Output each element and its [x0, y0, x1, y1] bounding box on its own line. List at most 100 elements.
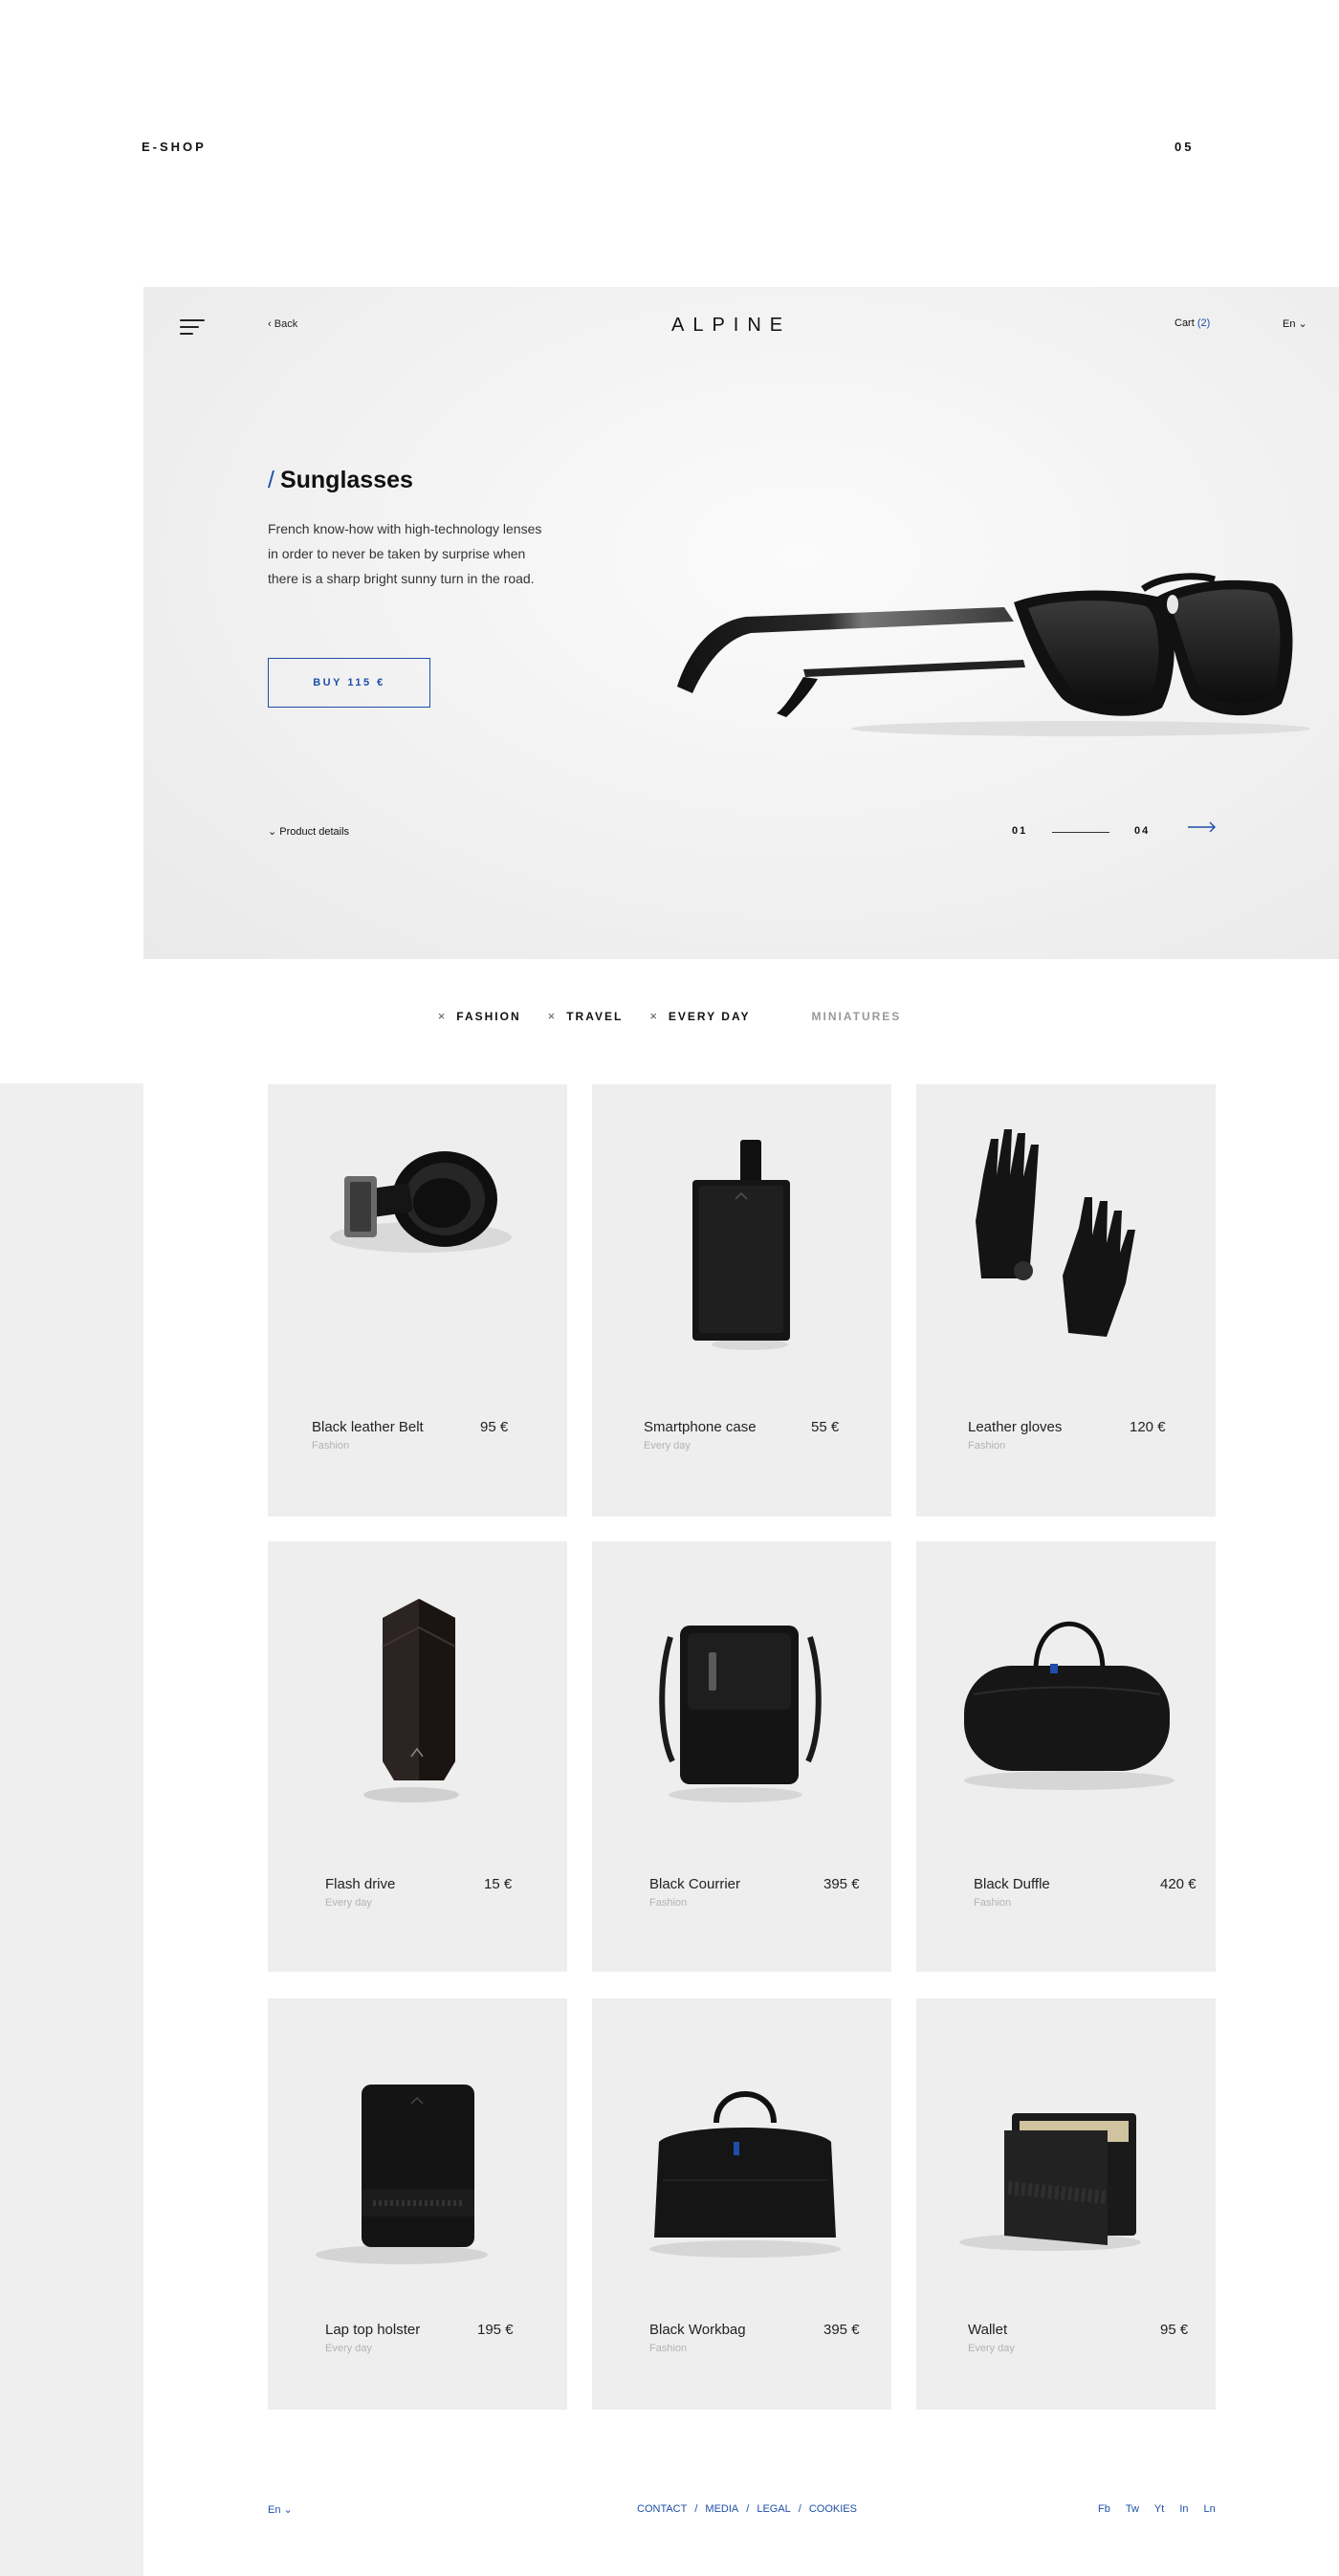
close-icon[interactable]: × — [438, 1009, 448, 1023]
messenger-bag-icon — [659, 1626, 822, 1802]
product-category: Fashion — [974, 1897, 1012, 1909]
product-card[interactable]: Flash drive 15 € Every day — [268, 1541, 567, 1972]
product-category: Fashion — [968, 1440, 1006, 1452]
belt-icon — [330, 1151, 512, 1253]
hero-banner: ‹ Back ALPINE Cart (2) En ⌄ / Sunglasses … — [143, 287, 1339, 959]
product-name: Lap top holster — [325, 2322, 421, 2338]
filter-chip[interactable]: × TRAVEL — [548, 1009, 624, 1023]
filter-label: FASHION — [456, 1009, 521, 1023]
product-name: Black Courrier — [649, 1876, 741, 1892]
product-card[interactable]: Wallet 95 € Every day — [916, 1998, 1216, 2410]
social-link-tw[interactable]: Tw — [1126, 2503, 1139, 2515]
product-price: 120 € — [1130, 1419, 1166, 1435]
sunglasses-image — [677, 573, 1310, 736]
section-label: E-SHOP — [142, 140, 207, 154]
cart-link[interactable]: Cart (2) — [1174, 317, 1210, 329]
product-card[interactable]: Lap top holster 195 € Every day — [268, 1998, 567, 2410]
product-card[interactable]: Black Courrier 395 € Fashion — [592, 1541, 891, 1972]
cart-count: (2) — [1196, 317, 1211, 329]
phone-case-icon — [692, 1140, 790, 1350]
details-label: Product details — [279, 826, 350, 838]
filter-label: MINIATURES — [811, 1009, 902, 1023]
product-card[interactable]: Smartphone case 55 € Every day — [592, 1084, 891, 1517]
product-price: 95 € — [1160, 2322, 1189, 2338]
filter-label: TRAVEL — [566, 1009, 624, 1023]
product-category: Every day — [325, 1897, 372, 1909]
brand-logo[interactable]: ALPINE — [671, 315, 791, 337]
chevron-left-icon: ‹ — [268, 318, 274, 330]
menu-icon[interactable] — [180, 319, 205, 337]
chevron-down-icon: ⌄ — [1295, 318, 1307, 330]
product-card[interactable]: Black leather Belt 95 € Fashion — [268, 1084, 567, 1517]
cart-label: Cart — [1174, 317, 1195, 329]
pager-progress — [1052, 832, 1109, 833]
close-icon[interactable]: × — [649, 1009, 659, 1023]
social-link-ln[interactable]: Ln — [1204, 2503, 1216, 2515]
chevron-down-icon: ⌄ — [280, 2504, 293, 2516]
pager-current: 01 — [1012, 825, 1028, 837]
wallet-icon — [959, 2113, 1141, 2251]
buy-button[interactable]: BUY 115 € — [268, 658, 430, 708]
product-price: 15 € — [484, 1876, 513, 1892]
product-price: 395 € — [823, 2322, 860, 2338]
product-price: 420 € — [1160, 1876, 1196, 1892]
title-text: Sunglasses — [279, 467, 413, 493]
duffle-bag-icon — [964, 1621, 1174, 1790]
product-name: Black leather Belt — [312, 1419, 424, 1435]
product-category: Every day — [644, 1440, 691, 1452]
product-category: Every day — [968, 2343, 1015, 2354]
pager-total: 04 — [1134, 825, 1151, 837]
close-icon[interactable]: × — [548, 1009, 558, 1023]
category-filters: × FASHION × TRAVEL × EVERY DAY MINIATURES — [0, 1009, 1339, 1023]
product-description: French know-how with high-technology len… — [268, 521, 542, 586]
footer-link-cookies[interactable]: COOKIES — [809, 2503, 857, 2515]
product-price: 55 € — [811, 1419, 840, 1435]
back-link[interactable]: ‹ Back — [268, 318, 297, 330]
side-panel — [0, 1083, 143, 2576]
laptop-holster-icon — [316, 2085, 488, 2264]
filter-chip[interactable]: × FASHION — [438, 1009, 521, 1023]
product-name: Black Workbag — [649, 2322, 746, 2338]
product-card[interactable]: Leather gloves 120 € Fashion — [916, 1084, 1216, 1517]
product-category: Every day — [325, 2343, 372, 2354]
footer-link-media[interactable]: MEDIA — [705, 2503, 738, 2515]
product-price: 395 € — [823, 1876, 860, 1892]
page-number: 05 — [1174, 140, 1195, 154]
footer-link-separator: / — [694, 2503, 698, 2515]
page-title: / Sunglasses — [268, 467, 413, 494]
product-price: 95 € — [480, 1419, 509, 1435]
footer-language-selector[interactable]: En ⌄ — [268, 2503, 293, 2516]
arrow-right-icon[interactable] — [1188, 820, 1217, 834]
product-details-toggle[interactable]: ⌄ Product details — [268, 825, 349, 838]
product-name: Wallet — [968, 2322, 1008, 2338]
gloves-icon — [976, 1129, 1135, 1337]
language-label: En — [1283, 318, 1296, 330]
product-card[interactable]: Black Workbag 395 € Fashion — [592, 1998, 891, 2410]
social-link-yt[interactable]: Yt — [1154, 2503, 1164, 2515]
filter-label: EVERY DAY — [668, 1009, 751, 1023]
filter-chip[interactable]: MINIATURES — [812, 1009, 902, 1023]
workbag-icon — [649, 2091, 841, 2258]
footer-language-label: En — [268, 2504, 281, 2516]
flash-drive-icon — [363, 1599, 459, 1802]
product-name: Black Duffle — [974, 1876, 1050, 1892]
language-selector[interactable]: En ⌄ — [1283, 317, 1307, 330]
chevron-down-icon: ⌄ — [268, 826, 280, 838]
footer-link-separator: / — [798, 2503, 801, 2515]
back-label: Back — [274, 318, 298, 330]
title-slash: / — [268, 467, 274, 493]
product-price: 195 € — [477, 2322, 514, 2338]
filter-chip[interactable]: × EVERY DAY — [649, 1009, 750, 1023]
product-category: Fashion — [649, 1897, 688, 1909]
social-link-in[interactable]: In — [1179, 2503, 1188, 2515]
social-link-fb[interactable]: Fb — [1098, 2503, 1110, 2515]
footer-links: CONTACT / MEDIA / LEGAL / COOKIES — [637, 2503, 857, 2515]
product-category: Fashion — [312, 1440, 350, 1452]
product-name: Flash drive — [325, 1876, 396, 1892]
product-name: Smartphone case — [644, 1419, 757, 1435]
social-links: Fb Tw Yt In Ln — [1098, 2503, 1216, 2515]
product-category: Fashion — [649, 2343, 688, 2354]
product-card[interactable]: Black Duffle 420 € Fashion — [916, 1541, 1216, 1972]
footer-link-legal[interactable]: LEGAL — [757, 2503, 790, 2515]
footer-link-contact[interactable]: CONTACT — [637, 2503, 687, 2515]
